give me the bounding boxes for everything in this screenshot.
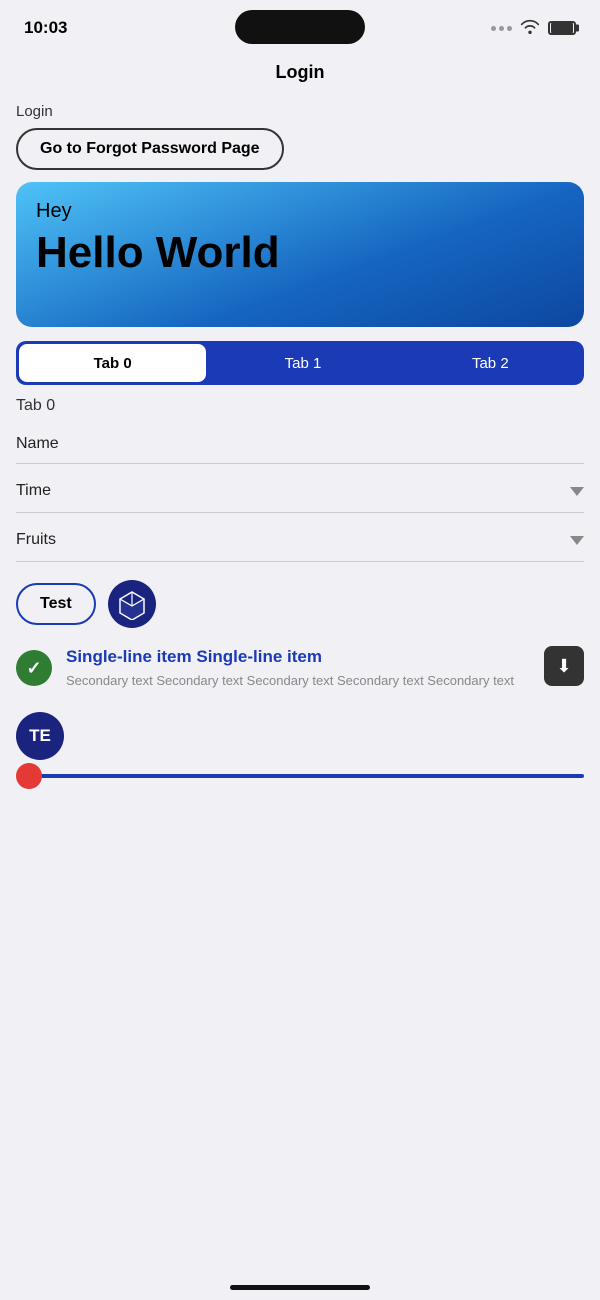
checkmark-icon: ✓ [26, 658, 41, 679]
tabs-container: Tab 0 Tab 1 Tab 2 [16, 341, 584, 385]
time-label: Time [16, 482, 51, 500]
status-time: 10:03 [24, 18, 67, 38]
cube-icon [108, 580, 156, 628]
chevron-down-icon [570, 536, 584, 545]
forgot-password-button[interactable]: Go to Forgot Password Page [16, 128, 284, 170]
form-section: Name Time Fruits [0, 419, 600, 562]
hero-banner: Hey Hello World [16, 182, 584, 327]
slider-row [0, 768, 600, 778]
login-section: Login Go to Forgot Password Page [0, 95, 600, 182]
time-field-row[interactable]: Time [16, 464, 584, 513]
list-item: ✓ Single-line item Single-line item Seco… [0, 634, 600, 702]
avatar-row: TE [0, 702, 600, 768]
fruits-field-row[interactable]: Fruits [16, 513, 584, 562]
tab-0[interactable]: Tab 0 [19, 344, 206, 382]
actions-row: Test [0, 562, 600, 634]
chevron-down-icon [570, 487, 584, 496]
tab-1[interactable]: Tab 1 [209, 341, 396, 385]
slider-thumb[interactable] [16, 763, 42, 789]
tab-2[interactable]: Tab 2 [397, 341, 584, 385]
status-icons [491, 19, 576, 37]
signal-dots-icon [491, 26, 512, 31]
home-indicator [230, 1285, 370, 1290]
download-icon: ⬇ [556, 656, 571, 677]
battery-icon [548, 21, 576, 35]
list-item-secondary: Secondary text Secondary text Secondary … [66, 672, 530, 690]
download-button[interactable]: ⬇ [544, 646, 584, 686]
wifi-icon [520, 19, 540, 37]
hero-hey-text: Hey [36, 200, 564, 223]
login-label: Login [16, 103, 584, 120]
name-label: Name [16, 435, 584, 453]
avatar: TE [16, 712, 64, 760]
hero-title-text: Hello World [36, 229, 564, 277]
slider-track[interactable] [16, 774, 584, 778]
list-item-title: Single-line item Single-line item [66, 646, 530, 668]
check-circle-icon: ✓ [16, 650, 52, 686]
name-field-row: Name [16, 419, 584, 464]
nav-title: Login [0, 54, 600, 95]
test-button[interactable]: Test [16, 583, 96, 625]
fruits-label: Fruits [16, 531, 56, 549]
list-item-text: Single-line item Single-line item Second… [66, 646, 530, 690]
dynamic-island [235, 10, 365, 44]
tab-content-label: Tab 0 [0, 385, 600, 419]
status-bar: 10:03 [0, 0, 600, 54]
